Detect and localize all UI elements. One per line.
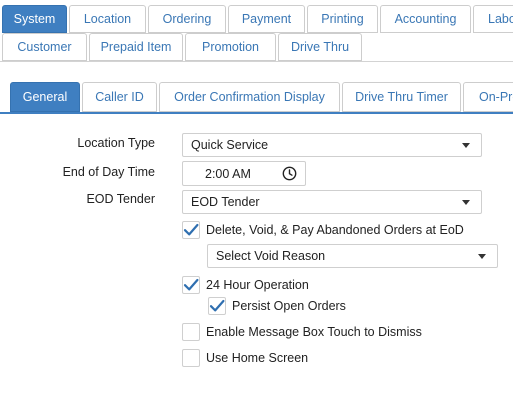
tab-prepaid-item[interactable]: Prepaid Item bbox=[89, 33, 183, 61]
home-screen-label: Use Home Screen bbox=[206, 351, 309, 365]
tab-location[interactable]: Location bbox=[69, 5, 146, 33]
tab-promotion[interactable]: Promotion bbox=[185, 33, 276, 61]
checkmark-icon bbox=[183, 223, 199, 236]
checkmark-icon bbox=[209, 299, 225, 312]
delete-void-pay-checkbox[interactable] bbox=[182, 221, 200, 239]
subtab-on-premise[interactable]: On-Premise bbox=[463, 82, 513, 112]
end-of-day-time-input[interactable]: 2:00 AM bbox=[182, 161, 306, 186]
checkmark-icon bbox=[183, 278, 199, 291]
subtab-order-confirmation-display[interactable]: Order Confirmation Display bbox=[159, 82, 340, 112]
subtab-drive-thru-timer[interactable]: Drive Thru Timer bbox=[342, 82, 461, 112]
chevron-down-icon bbox=[462, 199, 470, 205]
subtab-caller-id[interactable]: Caller ID bbox=[82, 82, 157, 112]
message-box-touch-checkbox[interactable] bbox=[182, 323, 200, 341]
hour24-checkbox[interactable] bbox=[182, 276, 200, 294]
top-tabs-divider bbox=[0, 61, 513, 62]
tab-accounting[interactable]: Accounting bbox=[380, 5, 471, 33]
tab-printing[interactable]: Printing bbox=[307, 5, 378, 33]
delete-void-pay-label: Delete, Void, & Pay Abandoned Orders at … bbox=[206, 223, 464, 237]
end-of-day-time-label: End of Day Time bbox=[62, 165, 155, 179]
location-type-select[interactable]: Quick Service bbox=[182, 133, 482, 157]
persist-open-orders-label: Persist Open Orders bbox=[232, 299, 346, 313]
message-box-touch-label: Enable Message Box Touch to Dismiss bbox=[206, 325, 422, 339]
clock-icon[interactable] bbox=[282, 166, 297, 181]
void-reason-value: Select Void Reason bbox=[216, 249, 326, 263]
tab-customer[interactable]: Customer bbox=[2, 33, 87, 61]
eod-tender-value: EOD Tender bbox=[191, 195, 260, 209]
tab-ordering[interactable]: Ordering bbox=[148, 5, 226, 33]
eod-tender-select[interactable]: EOD Tender bbox=[182, 190, 482, 214]
tab-drive-thru[interactable]: Drive Thru bbox=[278, 33, 362, 61]
persist-open-orders-checkbox[interactable] bbox=[208, 297, 226, 315]
subtab-general[interactable]: General bbox=[10, 82, 80, 112]
end-of-day-time-value: 2:00 AM bbox=[205, 166, 251, 181]
hour24-label: 24 Hour Operation bbox=[206, 278, 309, 292]
chevron-down-icon bbox=[478, 253, 486, 259]
tab-labor[interactable]: Labor bbox=[473, 5, 513, 33]
sub-tabs-divider bbox=[0, 112, 513, 114]
tab-system[interactable]: System bbox=[2, 5, 67, 33]
eod-tender-label: EOD Tender bbox=[86, 192, 155, 206]
location-type-label: Location Type bbox=[77, 136, 155, 150]
home-screen-checkbox[interactable] bbox=[182, 349, 200, 367]
tab-payment[interactable]: Payment bbox=[228, 5, 305, 33]
location-type-value: Quick Service bbox=[191, 138, 269, 152]
void-reason-select[interactable]: Select Void Reason bbox=[207, 244, 498, 268]
chevron-down-icon bbox=[462, 142, 470, 148]
